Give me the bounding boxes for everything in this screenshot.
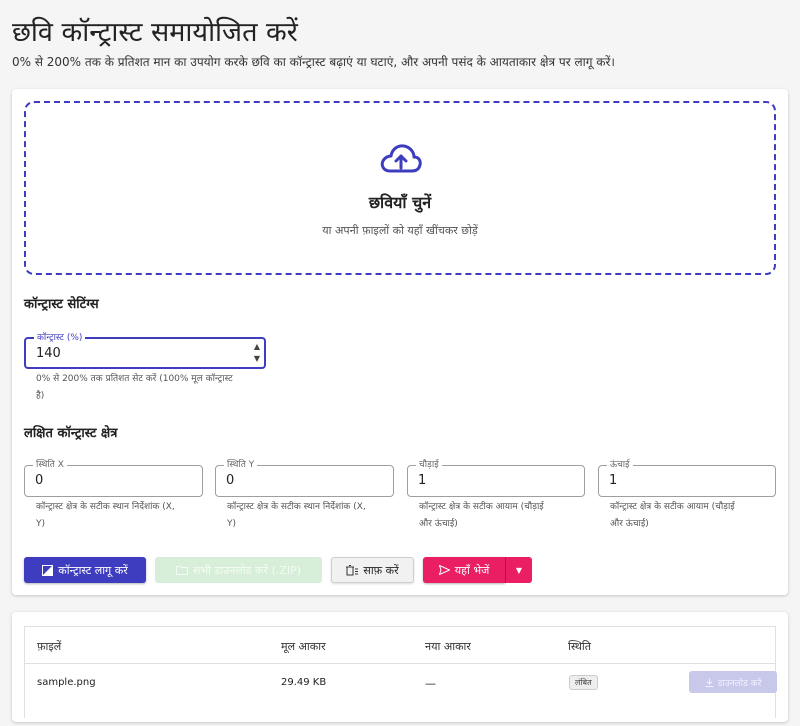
- position-y-helper-line1: कॉन्ट्रास्ट क्षेत्र के सटीक स्थान निर्दे…: [227, 502, 366, 512]
- file-original-size: 29.49 KB: [281, 677, 327, 688]
- chevron-down-icon[interactable]: ▼: [254, 354, 260, 363]
- position-x-input[interactable]: स्थिति X 0: [24, 459, 203, 497]
- contrast-input-value: 140: [36, 346, 61, 361]
- position-y-value: 0: [226, 473, 235, 488]
- width-input[interactable]: चौड़ाई 1: [407, 459, 585, 497]
- width-helper-line1: कॉन्ट्रास्ट क्षेत्र के सटीक आयाम (चौड़ाई: [419, 502, 544, 512]
- table-divider: [25, 663, 775, 664]
- chevron-up-icon[interactable]: ▲: [254, 342, 260, 351]
- download-all-label: सभी डाउनलोड करें (.ZIP): [192, 563, 301, 577]
- position-y-input[interactable]: स्थिति Y 0: [215, 459, 394, 497]
- clear-label: साफ़ करें: [363, 563, 399, 577]
- header-files: फ़ाइलें: [37, 640, 62, 653]
- contrast-icon: [42, 564, 54, 576]
- position-x-helper: कॉन्ट्रास्ट क्षेत्र के सटीक स्थान निर्दे…: [36, 499, 175, 533]
- region-title: लक्षित कॉन्ट्रास्ट क्षेत्र: [24, 426, 118, 441]
- position-x-helper-line2: Y): [36, 519, 46, 529]
- width-helper: कॉन्ट्रास्ट क्षेत्र के सटीक आयाम (चौड़ाई…: [419, 499, 544, 533]
- file-dropzone[interactable]: छवियाँ चुनें या अपनी फ़ाइलों को यहाँ खीं…: [24, 101, 776, 275]
- main-card: छवियाँ चुनें या अपनी फ़ाइलों को यहाँ खीं…: [12, 89, 788, 595]
- height-input[interactable]: ऊंचाई 1: [598, 459, 776, 497]
- width-value: 1: [418, 473, 427, 488]
- position-y-label: स्थिति Y: [224, 459, 258, 471]
- apply-contrast-label: कॉन्ट्रास्ट लागू करें: [58, 563, 128, 577]
- caret-down-icon: ▼: [515, 565, 523, 575]
- send-here-button[interactable]: यहाँ भेजें: [423, 557, 505, 583]
- position-x-label: स्थिति X: [33, 459, 67, 471]
- header-new-size: नया आकार: [425, 640, 471, 653]
- height-label: ऊंचाई: [607, 459, 633, 471]
- page-description: 0% से 200% तक के प्रतिशत मान का उपयोग कर…: [12, 55, 615, 69]
- contrast-helper-line2: है): [36, 391, 45, 401]
- contrast-helper-line1: 0% से 200% तक प्रतिशत सेट करें (100% मूल…: [36, 374, 233, 384]
- contrast-helper: 0% से 200% तक प्रतिशत सेट करें (100% मूल…: [36, 371, 233, 405]
- position-x-helper-line1: कॉन्ट्रास्ट क्षेत्र के सटीक स्थान निर्दे…: [36, 502, 175, 512]
- folder-zip-icon: [175, 566, 188, 575]
- download-all-zip-button[interactable]: सभी डाउनलोड करें (.ZIP): [155, 557, 322, 583]
- send-icon: [438, 565, 450, 575]
- files-card: फ़ाइलें मूल आकार नया आकार स्थिति sample.…: [12, 612, 788, 722]
- contrast-settings-title: कॉन्ट्रास्ट सेटिंग्स: [24, 297, 99, 312]
- contrast-stepper[interactable]: ▲ ▼: [254, 341, 260, 365]
- height-helper-line1: कॉन्ट्रास्ट क्षेत्र के सटीक आयाम (चौड़ाई: [610, 502, 735, 512]
- send-here-label: यहाँ भेजें: [454, 563, 490, 577]
- height-helper: कॉन्ट्रास्ट क्षेत्र के सटीक आयाम (चौड़ाई…: [610, 499, 735, 533]
- height-value: 1: [609, 473, 618, 488]
- header-status: स्थिति: [568, 640, 592, 653]
- height-helper-line2: और ऊंचाई): [610, 519, 649, 529]
- file-new-size: —: [425, 677, 436, 690]
- send-dropdown-button[interactable]: ▼: [505, 557, 532, 583]
- dropzone-title: छवियाँ चुनें: [368, 193, 432, 212]
- contrast-input-label: कॉन्ट्रास्ट (%): [34, 332, 86, 344]
- cloud-upload-icon: [380, 144, 422, 173]
- dropzone-subtitle: या अपनी फ़ाइलों को यहाँ खींचकर छोड़ें: [322, 224, 478, 237]
- download-icon: [705, 678, 714, 687]
- width-helper-line2: और ऊंचाई): [419, 519, 458, 529]
- contrast-input[interactable]: कॉन्ट्रास्ट (%) 140 ▲ ▼: [24, 332, 266, 369]
- clear-all-icon: [346, 564, 359, 575]
- width-label: चौड़ाई: [416, 459, 442, 471]
- page-title: छवि कॉन्ट्रास्ट समायोजित करें: [12, 17, 298, 48]
- header-original-size: मूल आकार: [281, 640, 326, 653]
- position-y-helper: कॉन्ट्रास्ट क्षेत्र के सटीक स्थान निर्दे…: [227, 499, 366, 533]
- file-download-button[interactable]: डाउनलोड करें: [689, 671, 777, 693]
- position-x-value: 0: [35, 473, 44, 488]
- position-y-helper-line2: Y): [227, 519, 237, 529]
- files-table: फ़ाइलें मूल आकार नया आकार स्थिति sample.…: [24, 626, 777, 718]
- apply-contrast-button[interactable]: कॉन्ट्रास्ट लागू करें: [24, 557, 146, 583]
- clear-button[interactable]: साफ़ करें: [331, 557, 414, 583]
- file-name: sample.png: [37, 677, 96, 688]
- file-download-label: डाउनलोड करें: [717, 678, 762, 689]
- status-badge: लंबित: [569, 675, 598, 690]
